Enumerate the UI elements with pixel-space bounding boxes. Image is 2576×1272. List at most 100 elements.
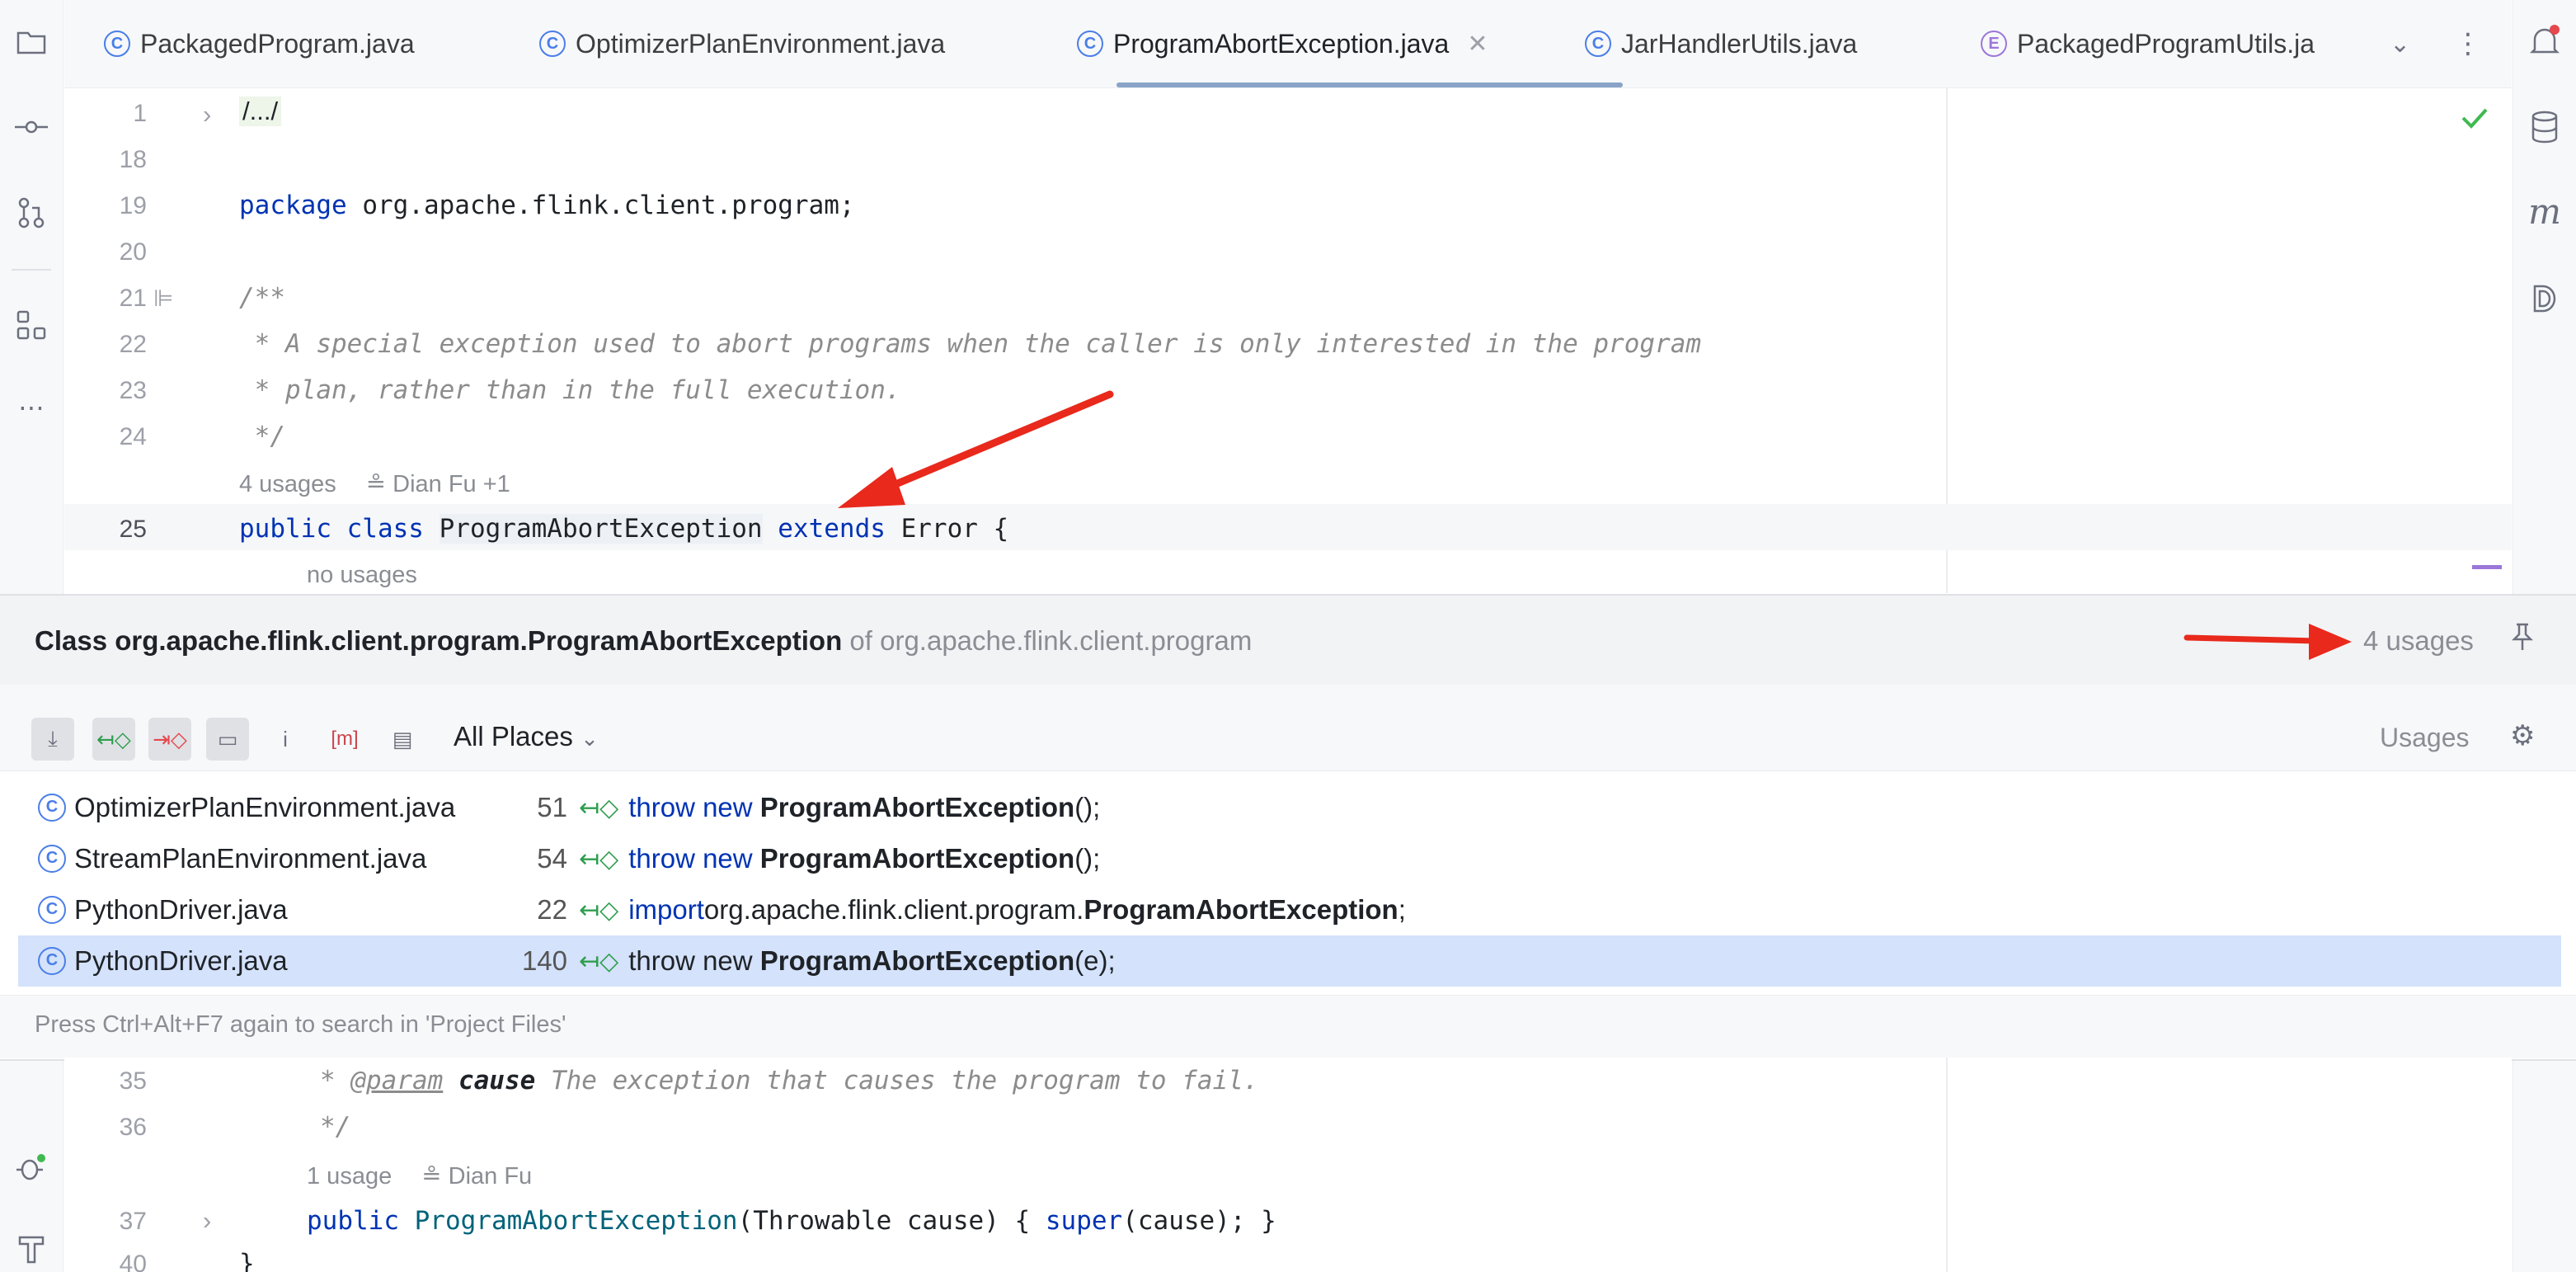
tab-jarhandlerutils[interactable]: C JarHandlerUtils.java <box>1585 0 1857 87</box>
read-access-icon: ↤◇ <box>579 947 619 975</box>
info-icon[interactable]: i <box>264 718 307 761</box>
right-margin-guide <box>1946 1058 1948 1272</box>
scope-dropdown[interactable]: All Places ⌄ <box>454 721 599 752</box>
line-number: 23 <box>119 377 147 404</box>
more-options-icon[interactable]: ⋮ <box>2454 0 2482 87</box>
package-statement: package org.apache.flink.client.program; <box>239 191 855 220</box>
line-number: 36 <box>119 1114 147 1141</box>
fold-chevron-icon[interactable]: › <box>203 1206 211 1236</box>
line-number: 35 <box>119 1067 147 1095</box>
javadoc-param-line: * @param cause The exception that causes… <box>320 1066 1259 1095</box>
usage-file: PythonDriver.java <box>74 894 288 925</box>
usage-count: 4 usages <box>2363 625 2474 656</box>
line-number: 1 <box>133 100 147 127</box>
usage-file: StreamPlanEnvironment.java <box>74 843 427 874</box>
tab-label: JarHandlerUtils.java <box>1621 28 1858 59</box>
database-icon[interactable] <box>2525 107 2564 147</box>
usages-header: Class org.apache.flink.client.program.Pr… <box>0 596 2576 685</box>
no-problems-check-icon[interactable] <box>2461 106 2489 134</box>
read-access-icon: ↤◇ <box>579 896 619 924</box>
active-tab-indicator <box>1116 82 1623 87</box>
notifications-icon[interactable] <box>2525 21 2564 61</box>
usage-line: 140 <box>521 945 567 976</box>
class-icon: C <box>1077 31 1103 57</box>
method-filter-icon[interactable]: [m] <box>323 718 366 761</box>
tab-label: OptimizerPlanEnvironment.java <box>576 28 946 59</box>
line-number: 19 <box>119 192 147 219</box>
closing-brace: } <box>239 1249 255 1272</box>
tab-programabortexception[interactable]: C ProgramAbortException.java ✕ <box>1077 0 1488 87</box>
pin-icon[interactable] <box>2510 622 2535 658</box>
class-icon: C <box>104 31 130 57</box>
class-name[interactable]: ProgramAbortException <box>439 514 763 544</box>
read-access-icon[interactable]: ↤◇ <box>92 718 135 761</box>
write-access-icon[interactable]: ⇥◇ <box>148 718 191 761</box>
editor-tab-bar: C PackagedProgram.java C OptimizerPlanEn… <box>64 0 2512 88</box>
merge-usages-icon[interactable]: ⤓ <box>31 718 74 761</box>
line-number: 40 <box>119 1251 147 1272</box>
comment-line: * plan, rather than in the full executio… <box>239 375 901 405</box>
close-tab-icon[interactable]: ✕ <box>1467 30 1488 59</box>
usages-view-label[interactable]: Usages <box>2380 723 2470 753</box>
author-inlay[interactable]: Dian Fu +1 <box>393 471 510 497</box>
author-inlay[interactable]: Dian Fu <box>449 1163 533 1190</box>
usages-inlay[interactable]: 1 usage ≗ Dian Fu <box>307 1161 532 1190</box>
class-declaration: public class ProgramAbortException exten… <box>239 514 1009 544</box>
class-icon: C <box>38 845 66 873</box>
usages-title: Class org.apache.flink.client.program.Pr… <box>35 625 843 656</box>
usage-row-selected[interactable]: C PythonDriver.java 140 ↤◇ throw new Pro… <box>18 935 2561 987</box>
commit-icon[interactable] <box>12 107 51 147</box>
strip-divider <box>12 269 51 271</box>
scrollbar-marker <box>2472 565 2502 569</box>
usage-file: OptimizerPlanEnvironment.java <box>74 792 456 822</box>
debug-icon[interactable] <box>12 1148 51 1188</box>
no-usages-inlay: no usages <box>307 562 417 588</box>
tab-list-chevron-icon[interactable]: ⌄ <box>2390 0 2410 87</box>
chevron-down-icon: ⌄ <box>581 726 599 751</box>
class-icon: C <box>38 896 66 924</box>
pull-requests-icon[interactable] <box>12 193 51 233</box>
tab-label: ProgramAbortException.java <box>1113 28 1450 59</box>
maven-icon[interactable]: m <box>2525 191 2564 232</box>
line-number: 22 <box>119 331 147 358</box>
fold-chevron-icon[interactable]: › <box>203 100 211 130</box>
comment-line: */ <box>239 422 285 451</box>
tab-label: PackagedProgramUtils.ja <box>2017 28 2315 59</box>
build-icon[interactable] <box>12 1229 51 1269</box>
more-tools-icon[interactable]: ⋯ <box>12 388 51 427</box>
enum-icon: E <box>1981 31 2007 57</box>
class-icon: C <box>1585 31 1611 57</box>
comment-line: /** <box>239 283 285 313</box>
line-number: 21 <box>119 285 147 312</box>
line-number: 24 <box>119 423 147 450</box>
usage-row[interactable]: C OptimizerPlanEnvironment.java 51 ↤◇ th… <box>18 782 2561 833</box>
author-icon: ≗ <box>365 471 387 497</box>
comment-line: */ <box>320 1112 351 1142</box>
usages-inlay[interactable]: 4 usages ≗ Dian Fu +1 <box>239 469 510 498</box>
settings-gear-icon[interactable]: ⚙ <box>2510 719 2535 752</box>
preview-icon[interactable]: ▤ <box>381 718 424 761</box>
usage-row[interactable]: C PythonDriver.java 22 ↤◇ import org.apa… <box>18 884 2561 935</box>
project-folder-icon[interactable] <box>12 21 51 61</box>
tab-optimizerplanenvironment[interactable]: C OptimizerPlanEnvironment.java <box>539 0 945 87</box>
author-icon: ≗ <box>421 1163 442 1190</box>
code-editor-bottom[interactable]: 35 * @param cause The exception that cau… <box>64 1058 2512 1272</box>
usage-line: 22 <box>537 894 567 925</box>
search-hint: Press Ctrl+Alt+F7 again to search in 'Pr… <box>35 1011 566 1038</box>
tab-packagedprogram[interactable]: C PackagedProgram.java <box>104 0 415 87</box>
line-number: 37 <box>119 1208 147 1235</box>
constructor-line: public ProgramAbortException(Throwable c… <box>307 1206 1276 1236</box>
code-editor-top[interactable]: 1 › /.../ 18 19 package org.apache.flink… <box>64 88 2512 593</box>
class-icon: C <box>539 31 566 57</box>
comment-line: * A special exception used to abort prog… <box>239 329 1702 359</box>
line-number: 25 <box>119 516 147 543</box>
d-plugin-icon[interactable] <box>2525 279 2564 318</box>
usage-row[interactable]: C StreamPlanEnvironment.java 54 ↤◇ throw… <box>18 833 2561 884</box>
doc-render-icon[interactable]: ⊫ <box>153 285 173 312</box>
structure-icon[interactable] <box>12 305 51 345</box>
module-filter-icon[interactable]: ▭ <box>206 718 249 761</box>
usage-file: PythonDriver.java <box>74 945 288 976</box>
tab-packagedprogramutils[interactable]: E PackagedProgramUtils.ja <box>1981 0 2409 87</box>
folded-region[interactable]: /.../ <box>239 97 282 126</box>
usage-line: 54 <box>537 843 567 874</box>
